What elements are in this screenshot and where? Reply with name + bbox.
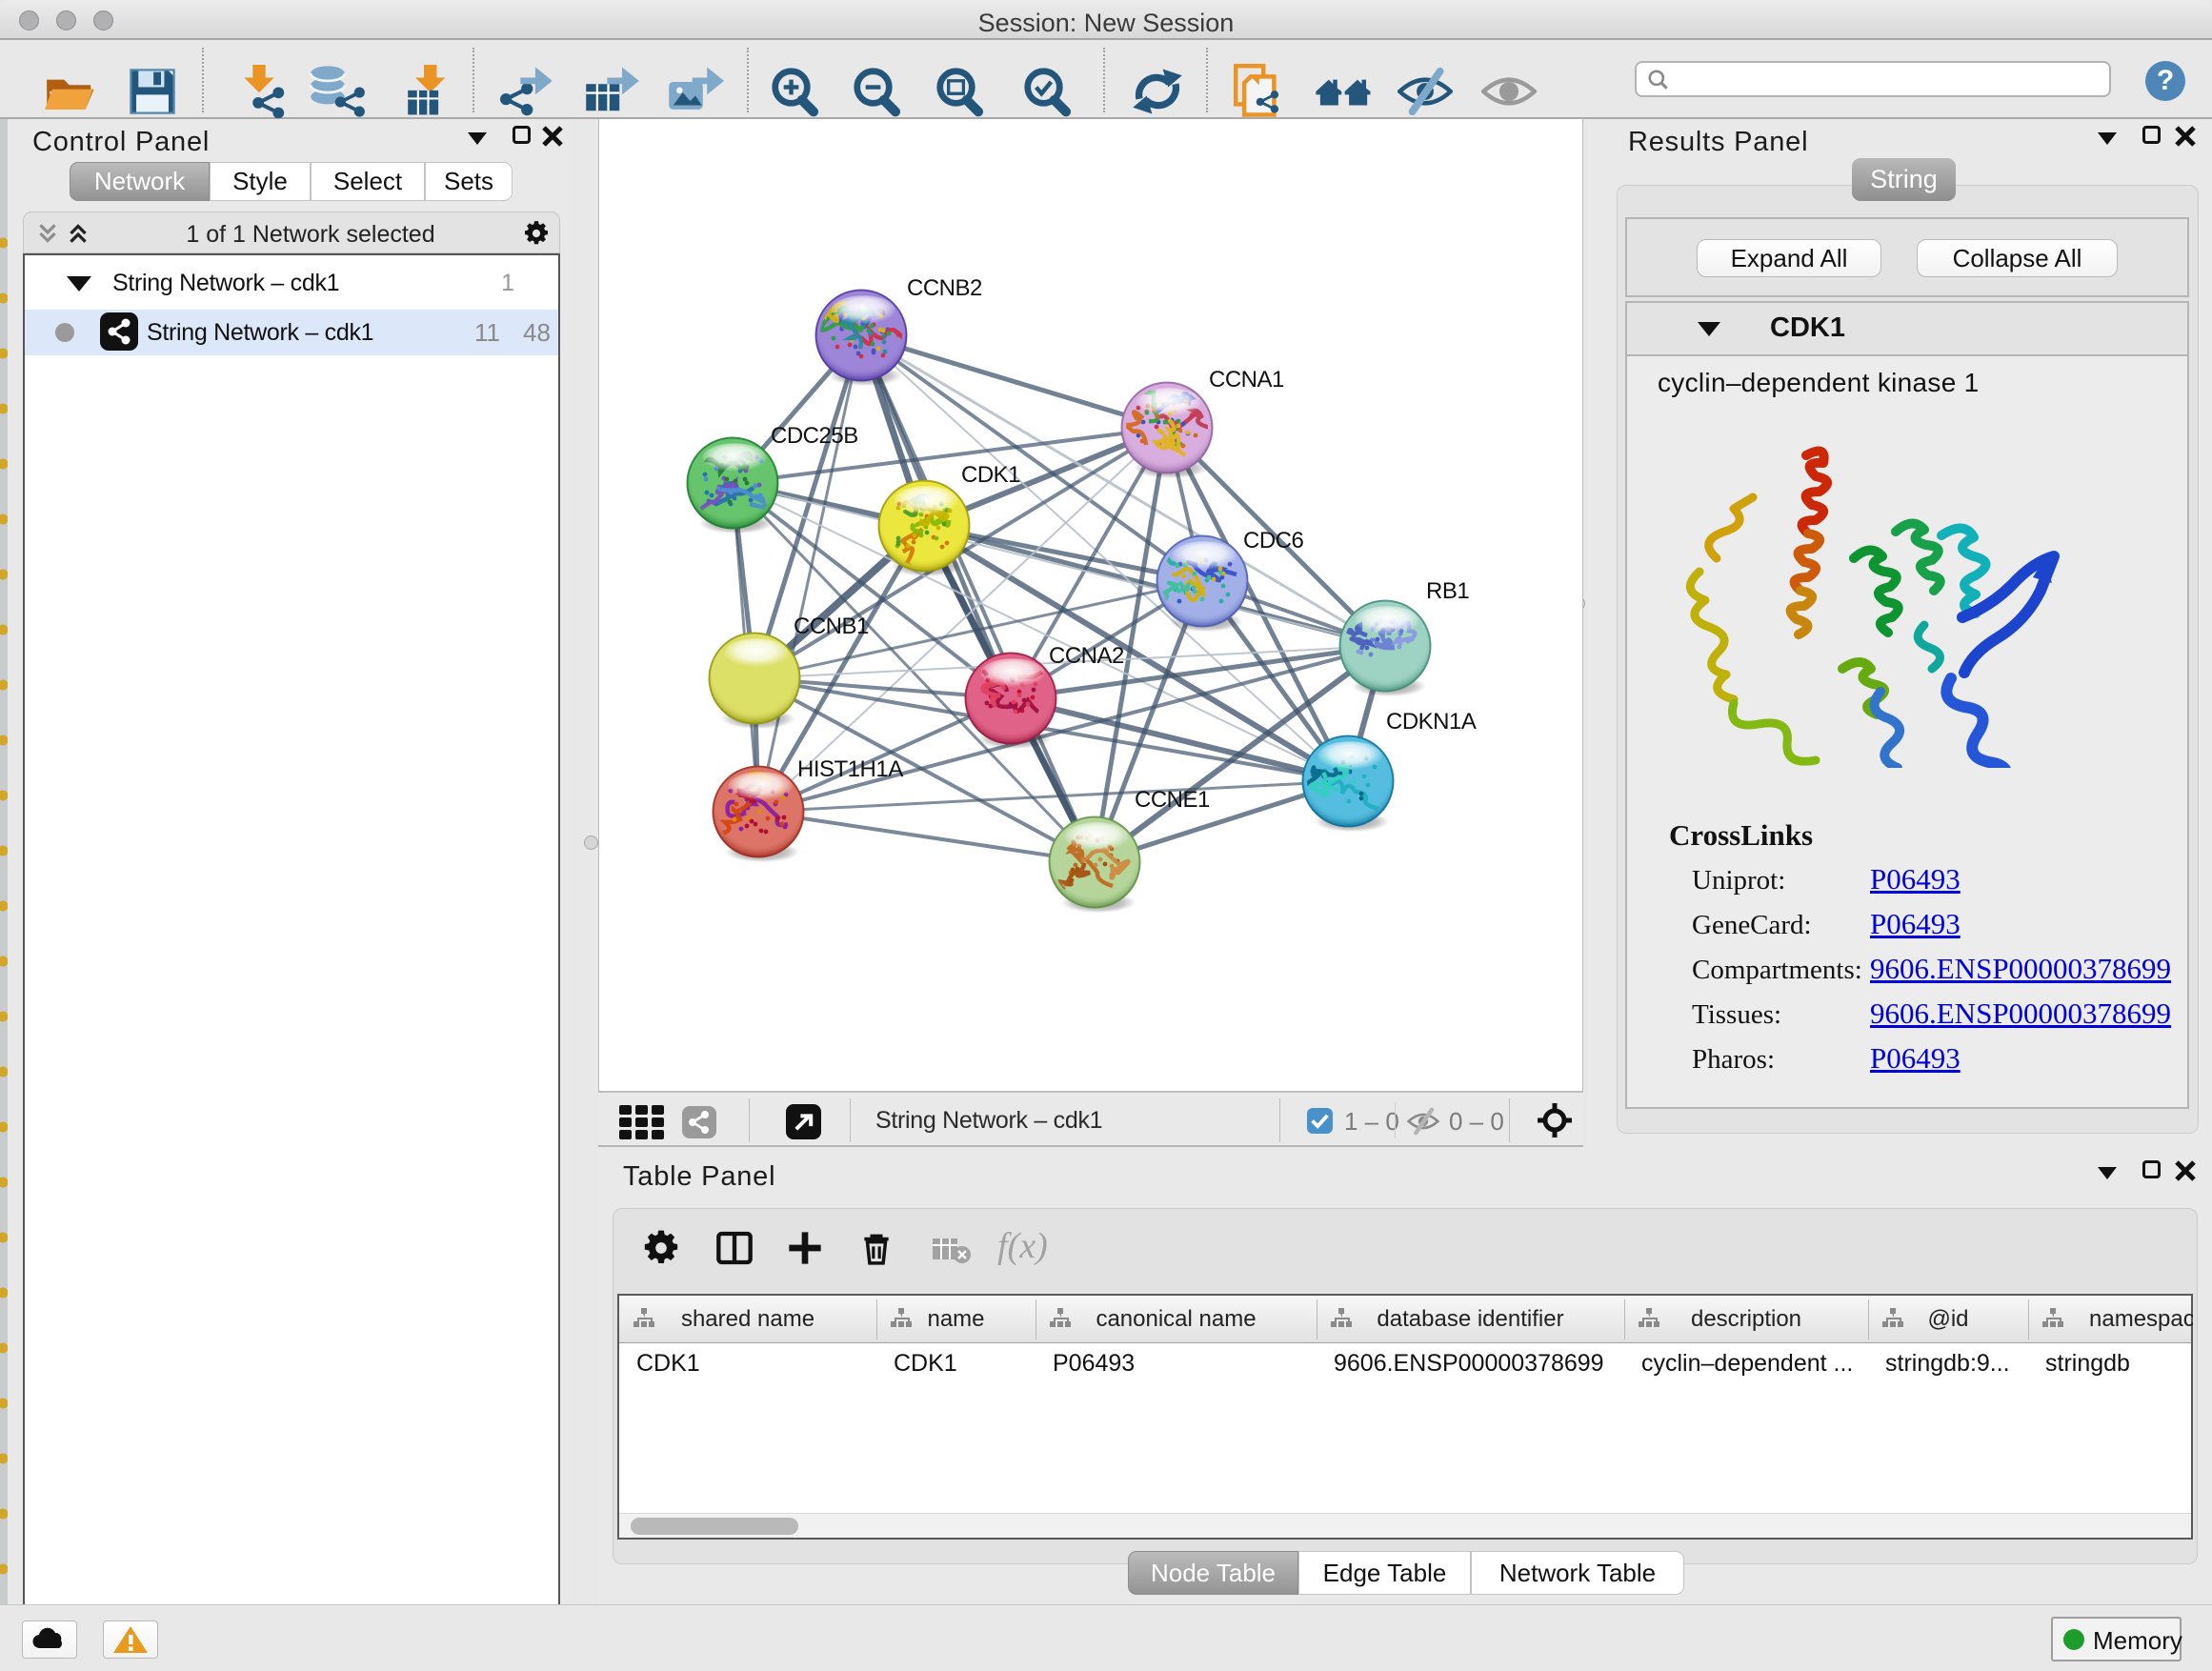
svg-text:CDK1: CDK1 [961,462,1020,488]
svg-text:CCNE1: CCNE1 [1135,787,1210,813]
svg-text:CDKN1A: CDKN1A [1386,709,1477,735]
svg-text:RB1: RB1 [1426,578,1469,604]
svg-text:CCNB1: CCNB1 [794,614,869,639]
svg-text:CCNB2: CCNB2 [907,275,982,301]
svg-text:CCNA2: CCNA2 [1049,643,1124,669]
svg-text:CCNA1: CCNA1 [1209,367,1284,393]
svg-text:CDC6: CDC6 [1243,528,1303,554]
svg-text:HIST1H1A: HIST1H1A [797,756,903,782]
svg-text:CDC25B: CDC25B [771,423,858,449]
